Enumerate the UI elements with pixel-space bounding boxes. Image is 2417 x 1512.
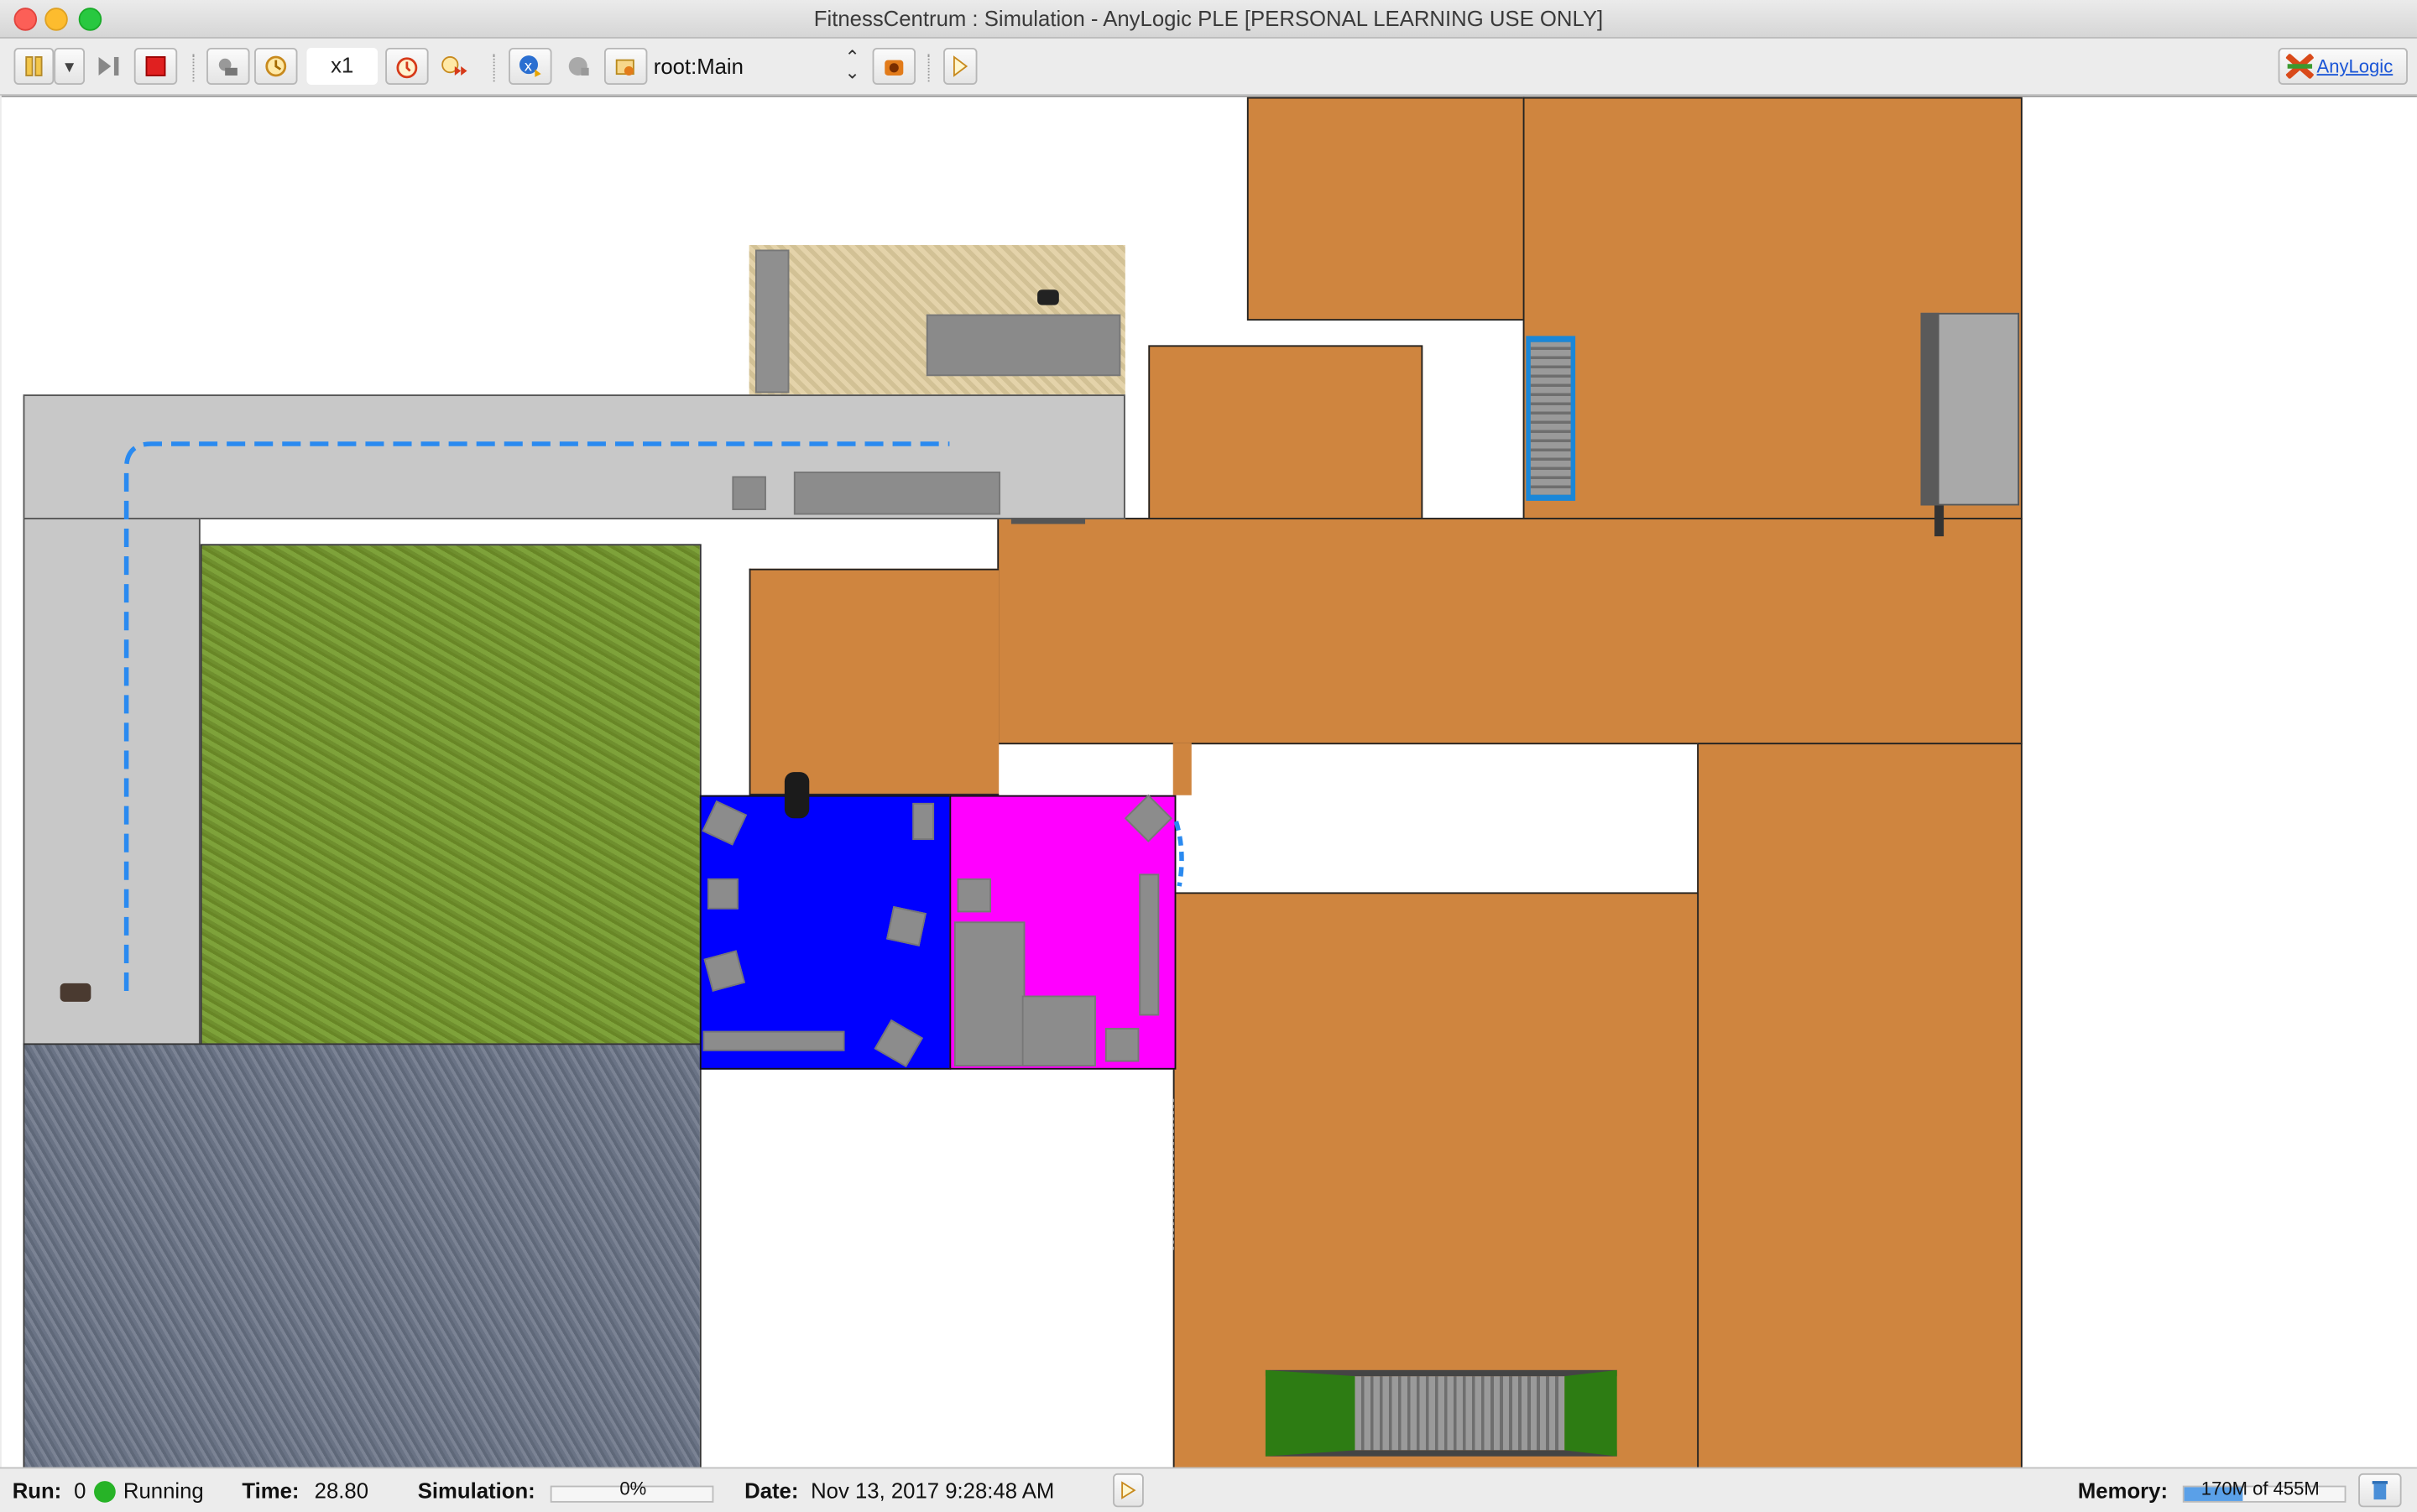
fast-forward-icon bbox=[441, 56, 467, 76]
run-state: Running bbox=[123, 1478, 204, 1503]
floor-area-lower-left bbox=[1172, 743, 1192, 795]
equipment-bar bbox=[1139, 873, 1160, 1016]
open-agent-button[interactable] bbox=[603, 47, 648, 86]
corridor-bench bbox=[793, 472, 1001, 515]
simulation-label: Simulation: bbox=[417, 1478, 535, 1503]
title-bar: FitnessCentrum : Simulation - AnyLogic P… bbox=[0, 0, 2417, 39]
treadmill bbox=[1526, 336, 1576, 501]
running-status-icon bbox=[94, 1481, 116, 1503]
toolbar-separator bbox=[192, 54, 196, 82]
grass-area bbox=[200, 544, 702, 1045]
play-icon bbox=[1121, 1481, 1136, 1499]
corridor-left bbox=[23, 518, 201, 1045]
floor-area-entrance bbox=[749, 568, 1000, 795]
agent-selector[interactable]: root:Main ⌃ ⌄ bbox=[650, 48, 863, 83]
bench bbox=[754, 249, 790, 394]
speed-field[interactable]: x1 bbox=[306, 47, 378, 86]
date-label: Date: bbox=[744, 1478, 799, 1503]
reception-counter bbox=[926, 314, 1121, 377]
equipment-platform bbox=[1021, 995, 1096, 1066]
dropdown-arrow-icon: ▾ bbox=[65, 55, 75, 77]
status-play-button[interactable] bbox=[1113, 1473, 1144, 1508]
person-agent[interactable] bbox=[1037, 289, 1059, 305]
step-button[interactable] bbox=[90, 48, 130, 85]
person-agent[interactable] bbox=[60, 983, 91, 1002]
garbage-collect-button[interactable] bbox=[2358, 1473, 2402, 1508]
trash-icon bbox=[2372, 1481, 2388, 1500]
date-value: Nov 13, 2017 9:28:48 AM bbox=[811, 1478, 1055, 1503]
realtime-button[interactable] bbox=[206, 47, 250, 86]
realtime-icon bbox=[218, 58, 238, 76]
equipment-box bbox=[707, 878, 739, 910]
virtual-time-icon bbox=[265, 55, 287, 77]
anylogic-logo-icon bbox=[2285, 54, 2314, 79]
run-value: 0 bbox=[74, 1478, 86, 1503]
treadmill-horizontal bbox=[1265, 1369, 1617, 1457]
memory-value: 170M of 455M bbox=[2200, 1478, 2320, 1500]
navigate-root-icon: x bbox=[519, 55, 541, 77]
toolbar-separator bbox=[493, 54, 497, 82]
virtual-time-button[interactable] bbox=[254, 47, 298, 86]
time-label: Time: bbox=[242, 1478, 300, 1503]
anylogic-label: AnyLogic bbox=[2316, 55, 2394, 77]
app-window: FitnessCentrum : Simulation - AnyLogic P… bbox=[0, 0, 2417, 1512]
anylogic-link[interactable]: AnyLogic bbox=[2278, 47, 2408, 86]
floor-area-middle-left bbox=[1148, 345, 1423, 519]
simulation-toolbar: ▾ x1 x root:Main ⌃ ⌄ AnyLogic bbox=[0, 38, 2417, 96]
play-experiment-button[interactable] bbox=[943, 47, 978, 86]
equipment-box bbox=[1104, 1028, 1140, 1062]
status-bar: Run: 0 Running Time: 28.80 Simulation: 0… bbox=[0, 1467, 2417, 1512]
equipment-box bbox=[957, 878, 991, 913]
stop-button[interactable] bbox=[133, 47, 178, 86]
pause-button[interactable] bbox=[13, 47, 55, 86]
floor-area-top-left bbox=[1246, 96, 1525, 321]
equipment-platform bbox=[953, 921, 1026, 1066]
run-mode-dropdown[interactable]: ▾ bbox=[54, 47, 86, 86]
camera-button[interactable] bbox=[872, 47, 916, 86]
speed-value: x1 bbox=[331, 52, 354, 77]
corridor-box bbox=[732, 476, 766, 510]
door-marker bbox=[1934, 505, 1945, 537]
stone-area bbox=[23, 1043, 702, 1469]
camera-icon bbox=[885, 60, 904, 76]
fast-forward-button[interactable] bbox=[435, 48, 475, 85]
agent-selector-value: root:Main bbox=[653, 54, 744, 79]
navigate-root-button[interactable]: x bbox=[509, 47, 552, 86]
pause-icon bbox=[25, 56, 43, 76]
floor-area-central bbox=[997, 518, 2023, 745]
locker-door bbox=[1920, 312, 1939, 506]
floor-area-lower-right bbox=[1697, 743, 2023, 1469]
stop-icon bbox=[145, 56, 166, 76]
equipment-bench bbox=[702, 1030, 845, 1051]
agent-button[interactable] bbox=[558, 48, 598, 85]
open-agent-icon bbox=[615, 59, 634, 76]
equipment-box bbox=[886, 905, 927, 946]
equipment-box bbox=[912, 802, 935, 841]
door-marker bbox=[1010, 518, 1086, 524]
play-experiment-icon bbox=[953, 55, 968, 77]
selector-stepper-icon[interactable]: ⌃ ⌄ bbox=[844, 48, 859, 81]
step-icon bbox=[98, 56, 119, 76]
memory-label: Memory: bbox=[2077, 1478, 2169, 1503]
run-label: Run: bbox=[12, 1478, 62, 1503]
simulation-progress: 0% bbox=[619, 1478, 647, 1500]
svg-text:x: x bbox=[524, 58, 532, 74]
speed-up-button[interactable] bbox=[385, 47, 429, 86]
person-agent[interactable] bbox=[784, 772, 810, 819]
window-title: FitnessCentrum : Simulation - AnyLogic P… bbox=[813, 6, 1604, 31]
toolbar-separator bbox=[927, 54, 932, 82]
speed-up-icon bbox=[396, 57, 418, 79]
agent-icon bbox=[568, 56, 589, 76]
time-value: 28.80 bbox=[314, 1478, 369, 1503]
simulation-canvas[interactable] bbox=[1, 95, 2417, 1469]
